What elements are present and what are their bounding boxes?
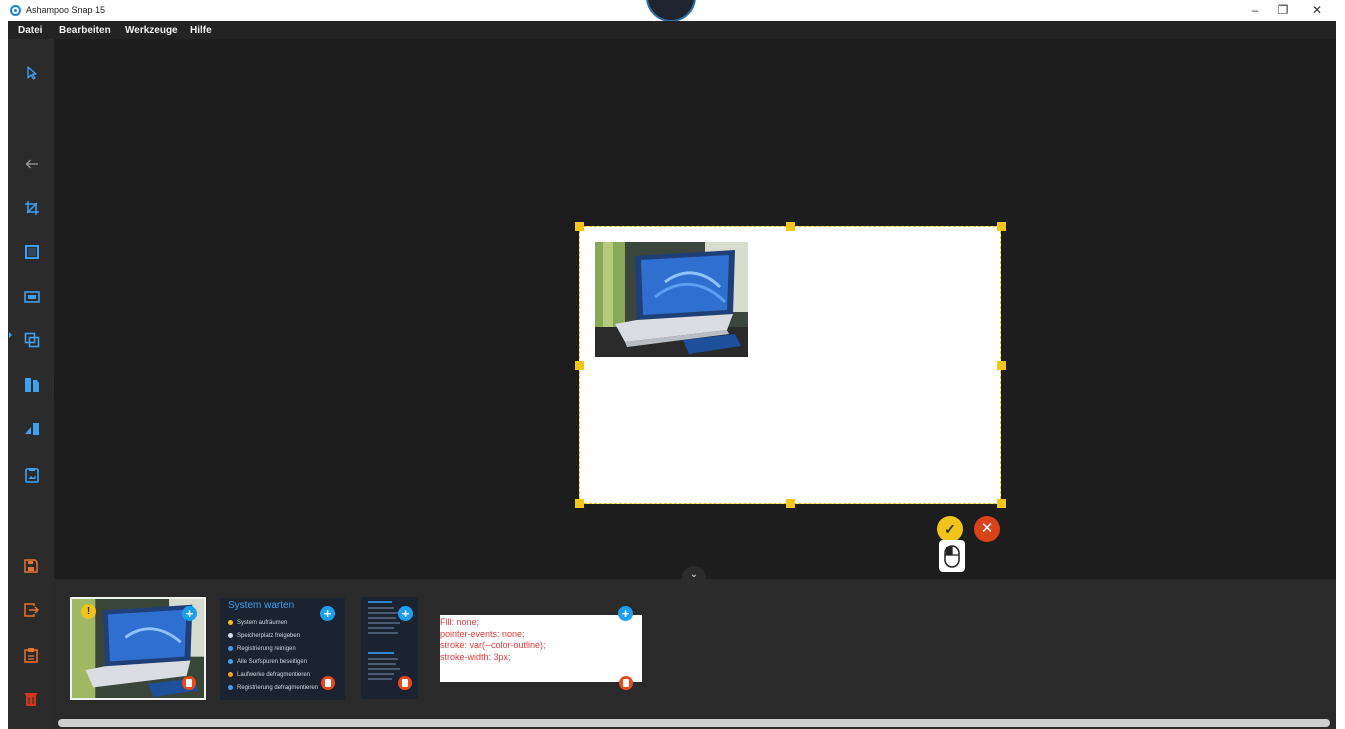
clipboard-icon (24, 648, 38, 663)
list-bullet-icon (228, 684, 233, 690)
thumb-3-add-button[interactable]: + (398, 606, 413, 621)
list-item: Alle Surfspuren beseitigen (228, 656, 318, 669)
resize-tool[interactable] (23, 288, 41, 306)
export-icon (24, 603, 40, 617)
resize-handle-right[interactable] (997, 361, 1006, 370)
menu-bearbeiten[interactable]: Bearbeiten (59, 25, 111, 36)
mini-line (368, 617, 396, 619)
code-line: stroke-width: 3px; (440, 651, 511, 662)
save-button[interactable] (23, 558, 39, 574)
code-line: stroke: var(--color-outline); (440, 640, 546, 650)
menu-hilfe[interactable]: Hilfe (190, 25, 212, 36)
crop-icon (25, 201, 39, 215)
overlay-tool[interactable] (23, 331, 41, 349)
back-tool[interactable] (23, 155, 41, 173)
close-window-button[interactable]: ✕ (1306, 1, 1328, 19)
mouse-icon (944, 545, 960, 568)
window-border-right (1336, 21, 1345, 729)
resize-handle-bottom[interactable] (786, 499, 795, 508)
mini-line (368, 668, 400, 670)
list-item: Laufwerke defragmentieren (228, 669, 318, 682)
picture-tool[interactable] (23, 466, 41, 484)
minimize-button[interactable]: – (1244, 1, 1266, 19)
thumb-1-add-button[interactable]: + (182, 606, 197, 621)
app-logo-icon (10, 5, 21, 16)
picture-frame-icon (25, 468, 39, 483)
thumbnail-title: System warten (228, 600, 295, 611)
list-item: System aufräumen (228, 617, 318, 630)
list-bullet-icon (228, 671, 233, 677)
list-bullet-icon (228, 632, 233, 638)
collapse-tray-button[interactable]: ⌄ (682, 566, 706, 583)
arrow-left-icon (25, 159, 38, 169)
thumb-2-delete-button[interactable] (321, 676, 335, 690)
laptop-photo[interactable] (595, 242, 748, 357)
app-window: Ashampoo Snap 15 – ❐ ✕ Datei Bearbeiten … (0, 0, 1345, 729)
menu-werkzeuge[interactable]: Werkzeuge (125, 25, 178, 36)
square-icon (25, 245, 39, 259)
list-bullet-icon (228, 645, 233, 651)
canvas-tool[interactable] (23, 243, 41, 261)
trash-icon (25, 693, 37, 706)
resize-handle-top[interactable] (786, 222, 795, 231)
delete-button[interactable] (23, 691, 39, 707)
layout-icon (25, 378, 39, 392)
mini-heading (368, 601, 392, 603)
menu-datei[interactable]: Datei (18, 25, 42, 36)
restore-button[interactable]: ❐ (1272, 1, 1294, 19)
resize-handle-left[interactable] (575, 361, 584, 370)
mini-line (368, 612, 398, 614)
title-bar: Ashampoo Snap 15 – ❐ ✕ (0, 0, 1345, 22)
frame-icon (24, 291, 40, 303)
list-item: Speicherplatz freigeben (228, 630, 318, 643)
crop-tool[interactable] (23, 199, 41, 217)
thumbnail-task-list: System aufräumen Speicherplatz freigeben… (228, 617, 318, 695)
confirm-button[interactable]: ✓ (937, 516, 963, 542)
list-bullet-icon (228, 658, 233, 664)
list-item: Registrierung defragmentieren (228, 682, 318, 695)
capture-bar-handle[interactable] (646, 0, 696, 22)
code-line: Fill: none; (440, 617, 480, 627)
cursor-icon (27, 66, 37, 80)
mini-line (368, 632, 398, 634)
mini-line (368, 622, 400, 624)
thumb-3-delete-button[interactable] (398, 676, 412, 690)
mini-heading (368, 652, 394, 654)
window-border-left (0, 21, 8, 729)
thumb-4-add-button[interactable]: + (618, 606, 633, 621)
list-item: Registrierung reinigen (228, 643, 318, 656)
select-tool[interactable] (23, 64, 41, 82)
window-title: Ashampoo Snap 15 (26, 5, 106, 15)
overlap-icon (24, 332, 40, 348)
cancel-button[interactable]: ✕ (974, 516, 1000, 542)
mini-line (368, 663, 396, 665)
list-bullet-icon (228, 619, 233, 625)
clipboard-button[interactable] (23, 647, 39, 663)
floppy-icon (24, 559, 38, 573)
mini-line (368, 627, 394, 629)
perspective-tool[interactable] (23, 420, 41, 438)
mini-line (368, 673, 394, 675)
resize-handle-top-right[interactable] (997, 222, 1006, 231)
thumb-4-delete-button[interactable] (619, 676, 633, 690)
resize-handle-top-left[interactable] (575, 222, 584, 231)
menu-bar: Datei Bearbeiten Werkzeuge Hilfe (8, 21, 1336, 39)
mini-line (368, 607, 394, 609)
mouse-hint-icon (939, 540, 965, 572)
perspective-icon (25, 423, 39, 435)
resize-handle-bottom-left[interactable] (575, 499, 584, 508)
mini-line (368, 658, 398, 660)
thumb-1-delete-button[interactable] (182, 676, 196, 690)
export-button[interactable] (23, 602, 40, 618)
layout-tool[interactable] (23, 376, 41, 394)
tray-scrollbar[interactable] (58, 719, 1330, 727)
code-snippet: Fill: none; pointer-events: none; stroke… (440, 617, 640, 663)
warning-badge: ! (81, 604, 96, 619)
thumb-2-add-button[interactable]: + (320, 606, 335, 621)
resize-handle-bottom-right[interactable] (997, 499, 1006, 508)
left-toolbar (8, 39, 54, 729)
mini-line (368, 678, 392, 680)
code-line: pointer-events: none; (440, 628, 525, 639)
active-tool-marker (9, 332, 12, 338)
